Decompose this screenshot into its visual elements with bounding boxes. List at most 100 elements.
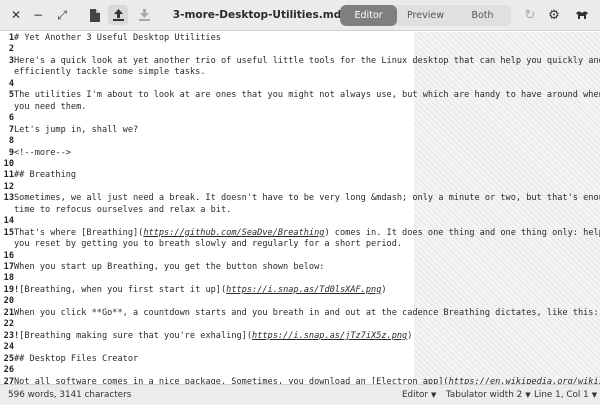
- view-mode-preview[interactable]: Preview: [397, 5, 454, 26]
- line-number: 3: [8, 55, 14, 66]
- cursor-position-label: Line 1, Col 1: [534, 390, 589, 400]
- line-number: 1: [8, 33, 14, 43]
- line-number: 26: [3, 365, 14, 376]
- line-number: 12: [3, 181, 14, 192]
- line-number: 23: [3, 330, 14, 341]
- status-bar: 596 words, 3141 characters Editor ▼ Tabul…: [0, 384, 600, 405]
- line-content: The utilities I'm about to look at are o…: [14, 90, 600, 101]
- line-number: 24: [3, 342, 14, 353]
- editor-line: 9 <!--more-->: [0, 148, 600, 159]
- line-content: When you click **Go**, a countdown start…: [14, 307, 599, 318]
- editor-line: 15 That's where [Breathing](https://githu…: [0, 228, 600, 239]
- editor-line: 14: [0, 216, 600, 227]
- editor-line: 27 Not all software comes in a nice packa…: [0, 377, 600, 385]
- line-text: Here's a quick look at yet another trio …: [14, 56, 600, 67]
- line-number: 17: [3, 262, 14, 272]
- view-mode-editor[interactable]: Editor: [340, 5, 397, 26]
- line-number: 14: [3, 216, 14, 227]
- editor-line: 21 When you click **Go**, a countdown sta…: [0, 308, 600, 319]
- line-text: When you click **Go**, a countdown start…: [14, 308, 599, 319]
- editor-line: 17 When you start up Breathing, you get t…: [0, 262, 600, 273]
- line-text: ## Desktop Files Creator: [14, 354, 138, 365]
- line-content-tail: ): [407, 330, 413, 341]
- line-content: ## Desktop Files Creator: [14, 353, 139, 364]
- line-text: Let's jump in, shall we?: [14, 125, 138, 136]
- editor-line: 4: [0, 79, 600, 90]
- line-number: 21: [3, 307, 14, 318]
- gear-icon[interactable]: ⚙: [544, 5, 564, 25]
- word-count: 596 words, 3141 characters: [8, 390, 132, 400]
- cursor-position-dropdown[interactable]: Line 1, Col 1 ▼: [534, 385, 597, 405]
- line-number: 20: [3, 296, 14, 307]
- line-content: time to refocus ourselves and relax a bi…: [14, 204, 232, 215]
- line-number: 4: [8, 78, 14, 89]
- line-content: Let's jump in, shall we?: [14, 124, 139, 135]
- editor-line: 10: [0, 159, 600, 170]
- fullscreen-icon[interactable]: ⤢: [52, 5, 72, 25]
- line-content: Not all software comes in a nice package…: [14, 376, 449, 385]
- line-number: 11: [3, 170, 14, 181]
- line-text: Sometimes, we all just need a break. It …: [14, 193, 600, 204]
- line-number: 16: [3, 250, 14, 261]
- line-number: 10: [3, 158, 14, 169]
- line-number: 7: [8, 124, 14, 135]
- line-number: 19: [3, 284, 14, 295]
- tab-width-dropdown[interactable]: Tabulator width 2 ▼: [446, 385, 531, 405]
- editor-line: 7 Let's jump in, shall we?: [0, 125, 600, 136]
- editor-line: 13 Sometimes, we all just need a break. I…: [0, 193, 600, 204]
- document-title: 3-more-Desktop-Utilities.md: [172, 9, 342, 21]
- editor-line: 3 Here's a quick look at yet another trio…: [0, 56, 600, 67]
- editor-line: time to refocus ourselves and relax a bi…: [0, 205, 600, 216]
- editor-line: 22: [0, 319, 600, 330]
- view-mode-switch[interactable]: Editor Preview Both: [340, 5, 511, 26]
- title-bar: ✕ − ⤢ 3-more-Desktop-Utilities.md Editor…: [0, 0, 600, 31]
- editor-line: 23 ![Breathing making sure that you're ex…: [0, 331, 600, 342]
- editor-line: 1 # Yet Another 3 Useful Desktop Utilitie…: [0, 33, 600, 44]
- mode-dropdown[interactable]: Editor ▼: [402, 385, 436, 405]
- line-number: 6: [8, 113, 14, 124]
- editor-line: 12: [0, 182, 600, 193]
- view-mode-both[interactable]: Both: [454, 5, 511, 26]
- line-text: ![Breathing, when you first start it up]…: [14, 285, 387, 296]
- new-document-icon[interactable]: [84, 5, 104, 25]
- minimize-icon[interactable]: −: [28, 5, 48, 25]
- export-icon[interactable]: [134, 5, 154, 25]
- line-content: When you start up Breathing, you get the…: [14, 262, 325, 272]
- markdown-editor[interactable]: 1 # Yet Another 3 Useful Desktop Utilitie…: [0, 32, 600, 384]
- line-number: 5: [8, 90, 14, 101]
- line-content: Sometimes, we all just need a break. It …: [14, 193, 600, 204]
- line-text: time to refocus ourselves and relax a bi…: [14, 205, 231, 216]
- editor-line: 11 ## Breathing: [0, 170, 600, 181]
- open-icon[interactable]: [108, 5, 128, 25]
- line-number: 8: [8, 136, 14, 147]
- line-content: <!--more-->: [14, 147, 71, 158]
- line-content: Here's a quick look at yet another trio …: [14, 55, 600, 66]
- editor-line: you need them.: [0, 102, 600, 113]
- line-content: [Breathing, when you first start it up](: [19, 284, 227, 295]
- editor-line: 20: [0, 296, 600, 307]
- gnu-icon[interactable]: [572, 5, 592, 25]
- close-icon[interactable]: ✕: [6, 5, 26, 25]
- url-link[interactable]: https://en.wikipedia.org/wiki/: [449, 377, 600, 385]
- editor-line: 18: [0, 273, 600, 284]
- reload-icon[interactable]: ↻: [520, 5, 540, 25]
- line-content-tail: ): [381, 284, 387, 295]
- line-content: # Yet Another 3 Useful Desktop Utilities: [14, 33, 221, 43]
- editor-line: 19 ![Breathing, when you first start it u…: [0, 285, 600, 296]
- line-text: ## Breathing: [14, 170, 76, 181]
- line-text: ![Breathing making sure that you're exha…: [14, 331, 412, 342]
- line-text: you need them.: [14, 102, 86, 113]
- line-text: <!--more-->: [14, 148, 71, 159]
- url-link[interactable]: https://i.snap.as/Td0lsXAF.png: [226, 285, 381, 295]
- editor-line: 6: [0, 113, 600, 124]
- url-link[interactable]: https://github.com/SeaDve/Breathing: [143, 228, 324, 238]
- line-content: efficiently tackle some simple tasks.: [14, 67, 206, 78]
- chevron-down-icon: ▼: [525, 391, 531, 399]
- line-content: [Breathing making sure that you're exhal…: [19, 330, 253, 341]
- line-content: you need them.: [14, 101, 87, 112]
- line-number: 15: [3, 227, 14, 238]
- line-number: 27: [3, 376, 14, 385]
- mode-dropdown-label: Editor: [402, 390, 429, 400]
- editor-line: 16: [0, 251, 600, 262]
- url-link[interactable]: https://i.snap.as/jTz7iX5z.png: [252, 331, 407, 341]
